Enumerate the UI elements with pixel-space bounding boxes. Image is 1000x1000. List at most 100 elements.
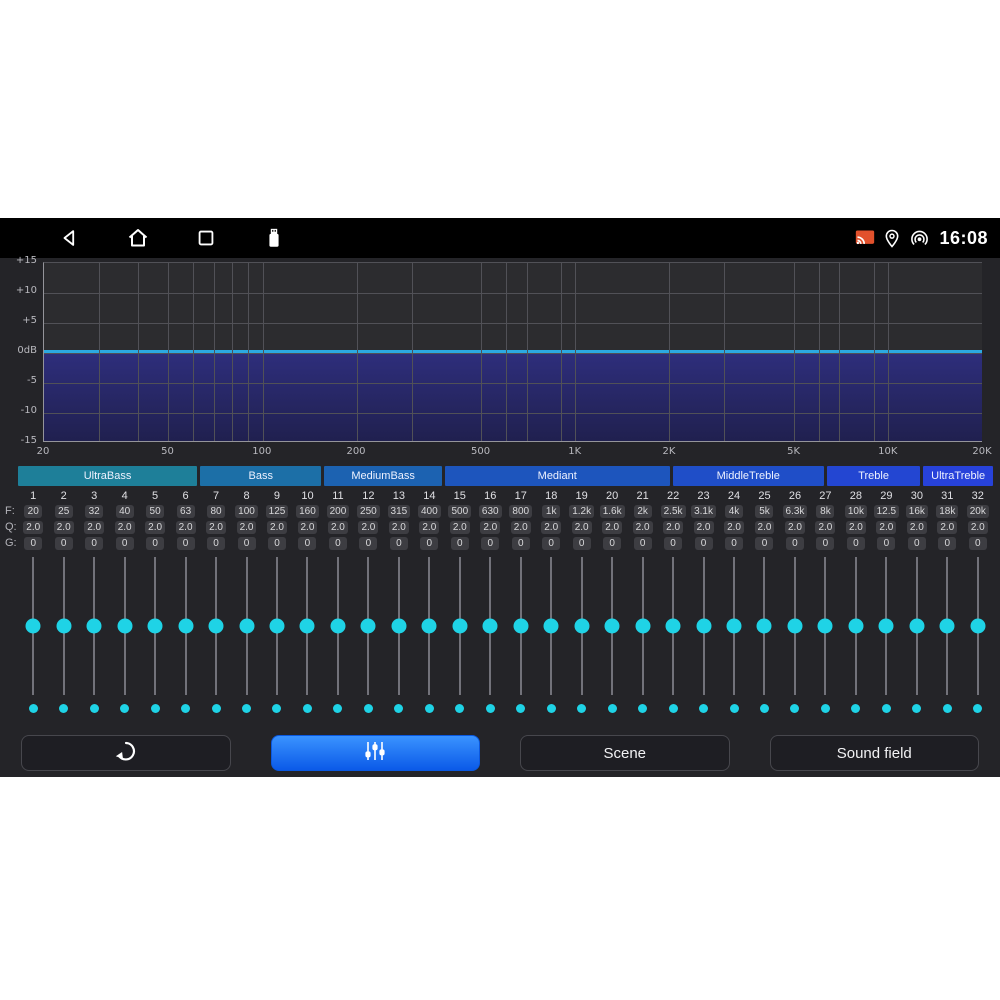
freq-chip[interactable]: 1.6k [600, 505, 625, 518]
gain-chip[interactable]: 0 [603, 537, 621, 550]
freq-chip[interactable]: 5k [755, 505, 773, 518]
q-chip[interactable]: 2.0 [968, 521, 988, 534]
q-chip[interactable]: 2.0 [480, 521, 500, 534]
freq-chip[interactable]: 18k [936, 505, 958, 518]
gain-chip[interactable]: 0 [664, 537, 682, 550]
freq-chip[interactable]: 125 [266, 505, 289, 518]
slider-handle[interactable] [909, 619, 924, 634]
q-chip[interactable]: 2.0 [115, 521, 135, 534]
slider-handle[interactable] [483, 619, 498, 634]
gain-chip[interactable]: 0 [481, 537, 499, 550]
freq-chip[interactable]: 3.1k [691, 505, 716, 518]
freq-chip[interactable]: 315 [388, 505, 411, 518]
slider-handle[interactable] [209, 619, 224, 634]
gain-slider[interactable] [871, 554, 901, 698]
slider-handle[interactable] [635, 619, 650, 634]
freq-chip[interactable]: 160 [296, 505, 319, 518]
q-chip[interactable]: 2.0 [511, 521, 531, 534]
gain-chip[interactable]: 0 [908, 537, 926, 550]
gain-slider[interactable] [932, 554, 962, 698]
gain-chip[interactable]: 0 [359, 537, 377, 550]
q-chip[interactable]: 2.0 [694, 521, 714, 534]
gain-slider[interactable] [536, 554, 566, 698]
q-chip[interactable]: 2.0 [572, 521, 592, 534]
gain-slider[interactable] [566, 554, 596, 698]
gain-chip[interactable]: 0 [55, 537, 73, 550]
gain-slider[interactable] [627, 554, 657, 698]
gain-chip[interactable]: 0 [969, 537, 987, 550]
q-chip[interactable]: 2.0 [328, 521, 348, 534]
freq-chip[interactable]: 100 [235, 505, 258, 518]
q-chip[interactable]: 2.0 [298, 521, 318, 534]
gain-slider[interactable] [963, 554, 993, 698]
gain-chip[interactable]: 0 [786, 537, 804, 550]
gain-slider[interactable] [902, 554, 932, 698]
gain-slider[interactable] [231, 554, 261, 698]
q-chip[interactable]: 2.0 [785, 521, 805, 534]
slider-handle[interactable] [818, 619, 833, 634]
gain-chip[interactable]: 0 [85, 537, 103, 550]
q-chip[interactable]: 2.0 [450, 521, 470, 534]
gain-chip[interactable]: 0 [725, 537, 743, 550]
equalizer-button[interactable] [271, 735, 481, 771]
freq-chip[interactable]: 800 [509, 505, 532, 518]
slider-handle[interactable] [361, 619, 376, 634]
gain-chip[interactable]: 0 [573, 537, 591, 550]
gain-chip[interactable]: 0 [634, 537, 652, 550]
freq-chip[interactable]: 20 [24, 505, 42, 518]
scene-button[interactable]: Scene [520, 735, 730, 771]
freq-chip[interactable]: 4k [725, 505, 743, 518]
gain-chip[interactable]: 0 [24, 537, 42, 550]
gain-chip[interactable]: 0 [816, 537, 834, 550]
gain-slider[interactable] [506, 554, 536, 698]
q-chip[interactable]: 2.0 [846, 521, 866, 534]
recents-icon[interactable] [194, 226, 218, 250]
gain-chip[interactable]: 0 [116, 537, 134, 550]
gain-slider[interactable] [201, 554, 231, 698]
q-chip[interactable]: 2.0 [815, 521, 835, 534]
gain-chip[interactable]: 0 [755, 537, 773, 550]
freq-chip[interactable]: 8k [816, 505, 834, 518]
freq-chip[interactable]: 200 [327, 505, 350, 518]
slider-handle[interactable] [787, 619, 802, 634]
q-chip[interactable]: 2.0 [176, 521, 196, 534]
freq-chip[interactable]: 40 [116, 505, 134, 518]
home-icon[interactable] [126, 226, 150, 250]
slider-handle[interactable] [605, 619, 620, 634]
slider-handle[interactable] [330, 619, 345, 634]
slider-handle[interactable] [239, 619, 254, 634]
slider-handle[interactable] [757, 619, 772, 634]
freq-chip[interactable]: 400 [418, 505, 441, 518]
freq-chip[interactable]: 1k [542, 505, 560, 518]
freq-chip[interactable]: 2k [634, 505, 652, 518]
slider-handle[interactable] [391, 619, 406, 634]
gain-slider[interactable] [719, 554, 749, 698]
gain-chip[interactable]: 0 [451, 537, 469, 550]
q-chip[interactable]: 2.0 [755, 521, 775, 534]
freq-chip[interactable]: 25 [55, 505, 73, 518]
gain-slider[interactable] [780, 554, 810, 698]
freq-chip[interactable]: 80 [207, 505, 225, 518]
q-chip[interactable]: 2.0 [267, 521, 287, 534]
gain-slider[interactable] [109, 554, 139, 698]
gain-slider[interactable] [170, 554, 200, 698]
freq-chip[interactable]: 500 [448, 505, 471, 518]
slider-handle[interactable] [848, 619, 863, 634]
slider-handle[interactable] [940, 619, 955, 634]
q-chip[interactable]: 2.0 [145, 521, 165, 534]
freq-chip[interactable]: 20k [967, 505, 989, 518]
slider-handle[interactable] [300, 619, 315, 634]
reset-button[interactable] [21, 735, 231, 771]
q-chip[interactable]: 2.0 [541, 521, 561, 534]
q-chip[interactable]: 2.0 [389, 521, 409, 534]
slider-handle[interactable] [148, 619, 163, 634]
q-chip[interactable]: 2.0 [419, 521, 439, 534]
q-chip[interactable]: 2.0 [237, 521, 257, 534]
slider-handle[interactable] [422, 619, 437, 634]
slider-handle[interactable] [513, 619, 528, 634]
gain-slider[interactable] [445, 554, 475, 698]
slider-handle[interactable] [452, 619, 467, 634]
sound-field-button[interactable]: Sound field [770, 735, 980, 771]
q-chip[interactable]: 2.0 [206, 521, 226, 534]
q-chip[interactable]: 2.0 [84, 521, 104, 534]
